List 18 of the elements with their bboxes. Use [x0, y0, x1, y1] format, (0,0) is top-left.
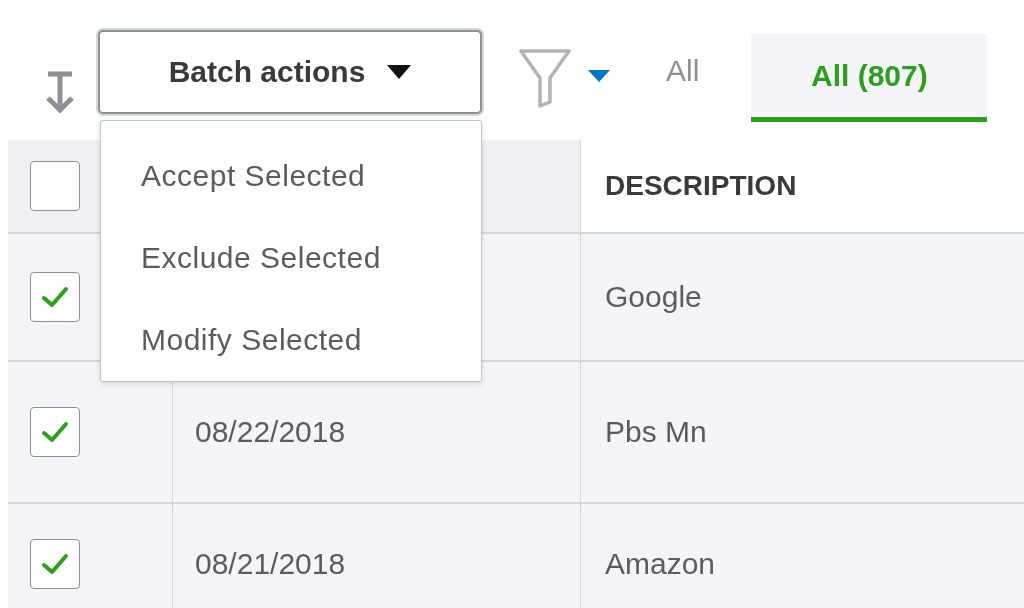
menu-item[interactable]: Accept Selected [101, 135, 481, 217]
checkmark-icon [40, 551, 70, 577]
checkmark-icon [40, 419, 70, 445]
checkbox[interactable] [30, 272, 80, 322]
description-cell: Google [605, 280, 702, 314]
batch-actions-button[interactable]: Batch actions [98, 30, 482, 114]
description-cell: Pbs Mn [605, 415, 707, 449]
menu-item[interactable]: Exclude Selected [101, 217, 481, 299]
checkbox[interactable] [30, 161, 80, 211]
caret-icon [387, 65, 412, 79]
description-cell: Amazon [605, 547, 716, 581]
date-cell: 08/21/2018 [195, 547, 346, 581]
checkbox[interactable] [30, 539, 80, 589]
column-header[interactable]: DESCRIPTION [580, 140, 1024, 232]
date-cell: 08/22/2018 [195, 415, 346, 449]
checkbox[interactable] [30, 407, 80, 457]
menu-item[interactable]: Modify Selected [101, 299, 481, 381]
checkmark-icon [40, 284, 70, 310]
